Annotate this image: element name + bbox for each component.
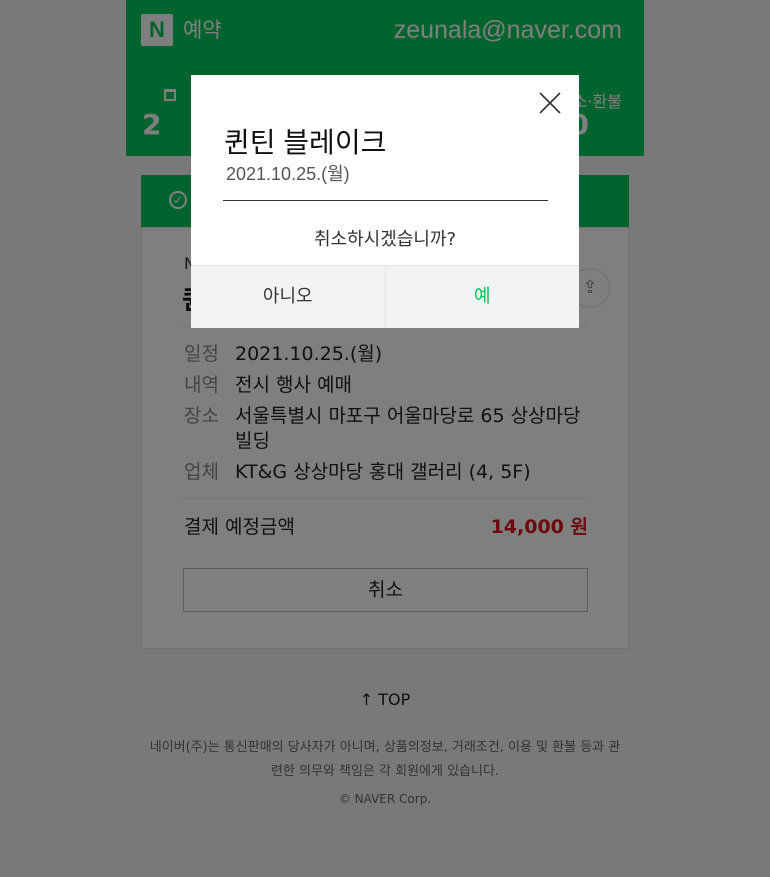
dialog-title: 퀸틴 블레이크 [224,127,387,158]
dialog-date: 2021.10.25.(월) [226,164,350,184]
cancel-confirm-dialog: 퀸틴 블레이크 2021.10.25.(월) 취소하시겠습니까? 아니오 예 [191,75,579,328]
yes-button[interactable]: 예 [385,266,579,328]
dialog-message: 취소하시겠습니까? [313,229,457,250]
no-button[interactable]: 아니오 [191,266,386,328]
dialog-actions: 아니오 예 [191,265,579,328]
close-icon[interactable] [537,90,563,116]
dialog-divider [223,200,548,201]
